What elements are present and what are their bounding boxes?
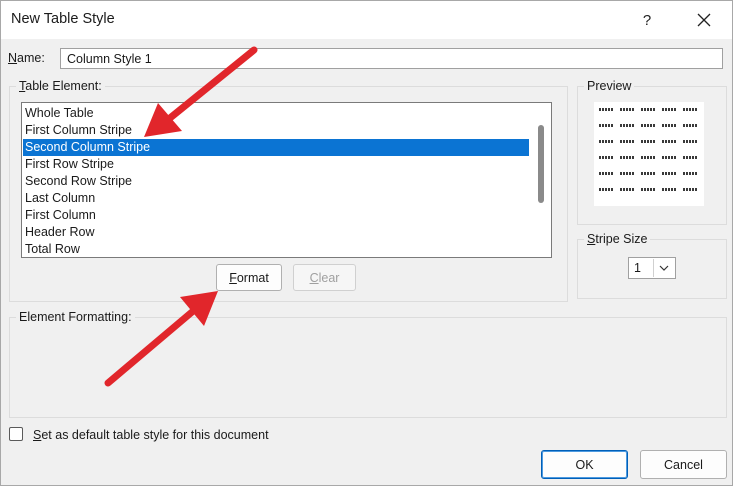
default-style-label[interactable]: Set as default table style for this docu… <box>33 428 269 442</box>
dropdown-button[interactable] <box>653 259 674 277</box>
clear-button[interactable]: Clear <box>293 264 356 291</box>
preview-cell <box>662 140 676 143</box>
preview-cell <box>599 188 613 191</box>
preview-cell <box>641 156 655 159</box>
list-item-selected[interactable]: Second Column Stripe <box>23 139 529 156</box>
help-button[interactable]: ? <box>634 7 660 33</box>
element-formatting-group <box>9 317 727 418</box>
title-bar: New Table Style ? <box>1 1 732 39</box>
preview-cell <box>620 188 634 191</box>
preview-cell <box>641 124 655 127</box>
dialog-title: New Table Style <box>11 11 115 27</box>
preview-cell <box>683 140 697 143</box>
preview-cell <box>599 108 613 111</box>
list-item[interactable]: Last Column <box>23 190 529 207</box>
default-style-checkbox[interactable] <box>9 427 23 441</box>
new-table-style-dialog: New Table Style ? Name: Column Style 1 T… <box>0 0 733 486</box>
preview-cell <box>683 172 697 175</box>
preview-cell <box>641 172 655 175</box>
preview-cell <box>641 108 655 111</box>
list-item[interactable]: First Column <box>23 207 529 224</box>
preview-cell <box>662 108 676 111</box>
preview-cell <box>620 172 634 175</box>
stripe-size-dropdown[interactable]: 1 <box>628 257 676 279</box>
name-input[interactable]: Column Style 1 <box>60 48 723 69</box>
name-label: Name: <box>8 51 45 65</box>
preview-cell <box>683 124 697 127</box>
preview-cell <box>599 140 613 143</box>
list-item[interactable]: First Row Stripe <box>23 156 529 173</box>
preview-cell <box>683 188 697 191</box>
preview-cell <box>599 124 613 127</box>
list-scrollbar-thumb[interactable] <box>538 125 544 203</box>
table-element-label: Table Element: <box>16 79 105 93</box>
close-icon <box>697 13 711 27</box>
preview-cell <box>662 156 676 159</box>
close-button[interactable] <box>691 7 717 33</box>
preview-cell <box>620 108 634 111</box>
cancel-button[interactable]: Cancel <box>640 450 727 479</box>
preview-cell <box>620 124 634 127</box>
format-button[interactable]: Format <box>216 264 282 291</box>
stripe-size-value: 1 <box>634 261 641 275</box>
list-item[interactable]: Header Row <box>23 224 529 241</box>
preview-label: Preview <box>584 79 635 93</box>
preview-cell <box>662 188 676 191</box>
table-element-list[interactable]: Whole Table First Column Stripe Second C… <box>21 102 552 258</box>
list-item[interactable]: Total Row <box>23 241 529 257</box>
preview-cell <box>599 172 613 175</box>
preview-image <box>594 102 704 206</box>
help-icon: ? <box>642 11 652 29</box>
element-formatting-label: Element Formatting: <box>16 310 135 324</box>
ok-button[interactable]: OK <box>541 450 628 479</box>
preview-cell <box>620 140 634 143</box>
preview-cell <box>620 156 634 159</box>
list-item[interactable]: Second Row Stripe <box>23 173 529 190</box>
preview-cell <box>683 108 697 111</box>
preview-cell <box>641 188 655 191</box>
chevron-down-icon <box>659 265 669 271</box>
preview-cell <box>641 140 655 143</box>
preview-cell <box>599 156 613 159</box>
preview-cell <box>683 156 697 159</box>
stripe-size-label: Stripe Size <box>584 232 651 246</box>
list-item[interactable]: Whole Table <box>23 105 529 122</box>
list-item[interactable]: First Column Stripe <box>23 122 529 139</box>
preview-cell <box>662 124 676 127</box>
preview-cell <box>662 172 676 175</box>
